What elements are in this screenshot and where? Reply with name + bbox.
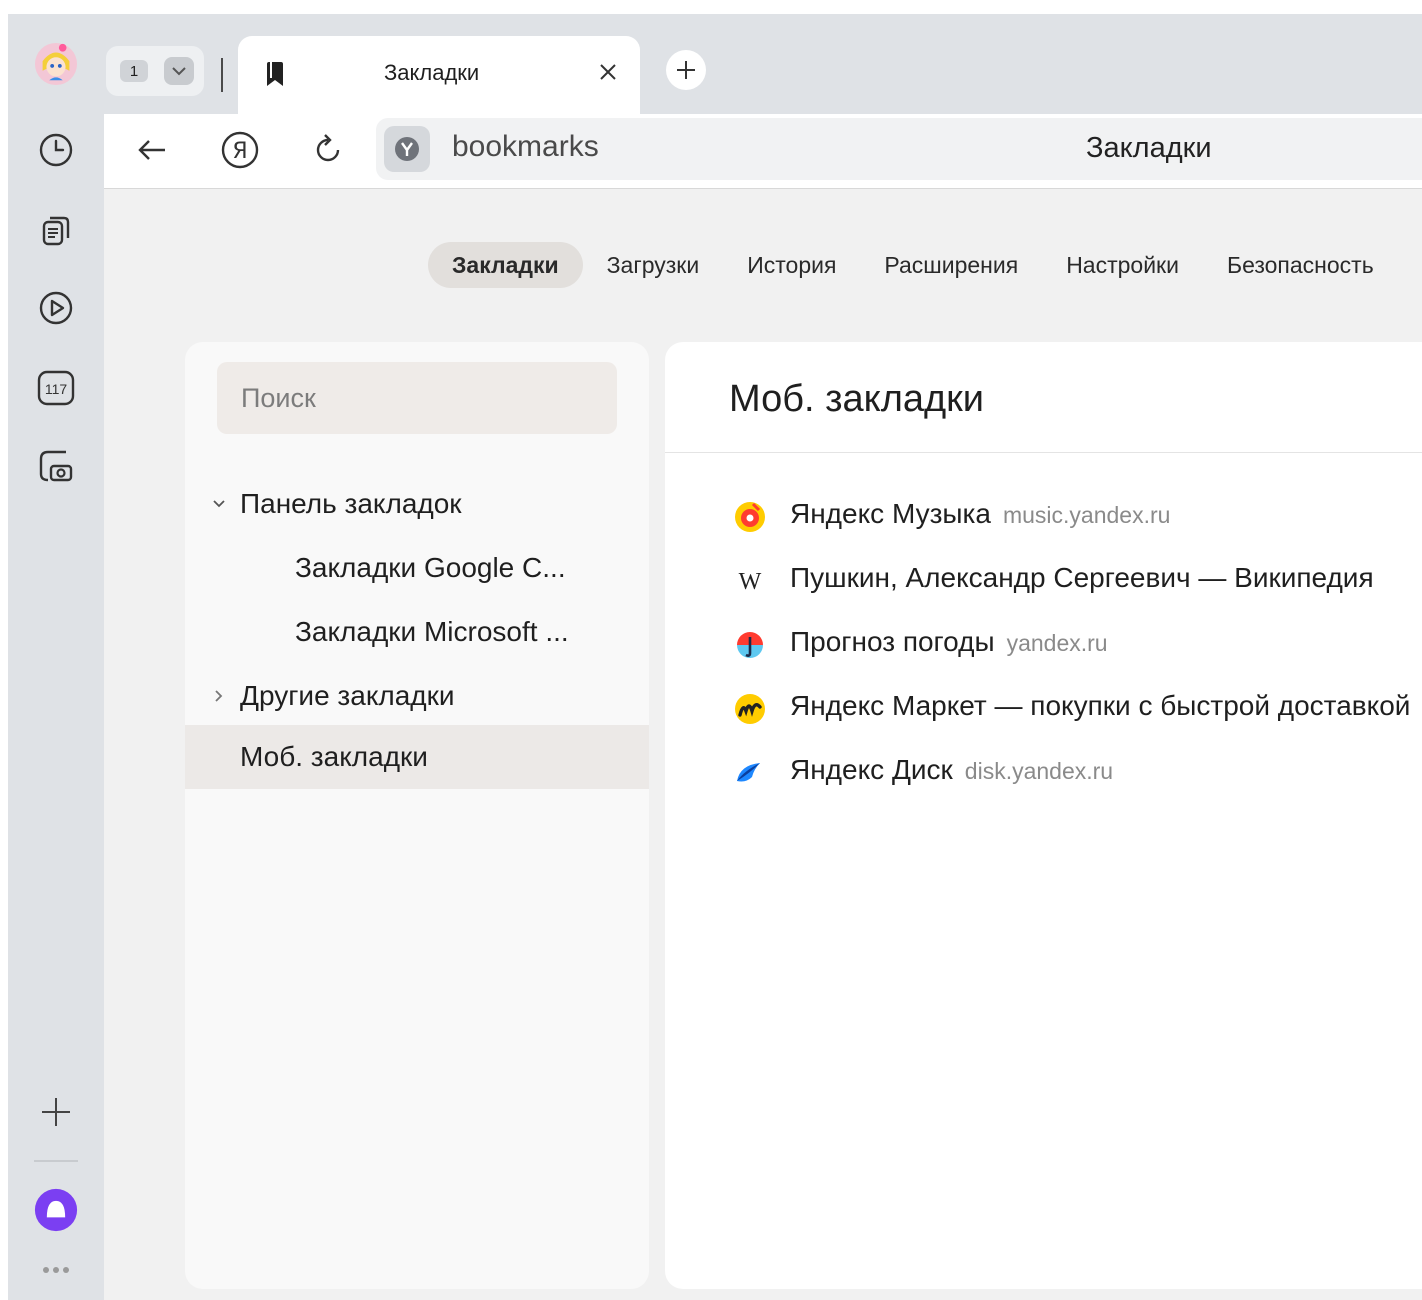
tab-extensions[interactable]: Расширения <box>860 242 1042 288</box>
bookmark-title: Яндекс Маркет — покупки с быстрой достав… <box>790 690 1411 721</box>
bookmark-host: yandex.ru <box>1006 630 1108 656</box>
address-page-title: Закладки <box>1086 132 1212 164</box>
browser-sidebar: 117 <box>8 14 104 1300</box>
tab-history[interactable]: История <box>723 242 860 288</box>
tab-separator <box>221 58 223 92</box>
tab-title: Закладки <box>384 60 480 85</box>
tree-item-label: Панель закладок <box>240 488 462 519</box>
close-icon[interactable] <box>590 52 626 92</box>
tree-item-google-chrome[interactable]: Закладки Google C... <box>185 536 649 600</box>
chevron-right-icon[interactable] <box>209 684 229 708</box>
bookmark-title: Прогноз погоды <box>790 626 995 657</box>
alice-icon[interactable] <box>34 1188 78 1232</box>
tree-item-label: Другие закладки <box>240 680 455 711</box>
search-box[interactable] <box>217 362 617 434</box>
add-icon[interactable] <box>34 1090 78 1134</box>
more-icon[interactable] <box>34 1248 78 1292</box>
bookmark-host: disk.yandex.ru <box>964 758 1114 784</box>
tree-item-bookmarks-bar[interactable]: Панель закладок <box>185 472 649 536</box>
bookmark-title-line: Прогноз погоды yandex.ru <box>790 626 1108 658</box>
tab-count: 1 <box>120 60 148 82</box>
wikipedia-icon: W <box>733 564 767 598</box>
plus-icon <box>677 61 695 79</box>
bookmark-title: Пушкин, Александр Сергеевич — Википедия <box>790 562 1374 593</box>
new-tab-button[interactable] <box>666 50 706 90</box>
media-counter-icon[interactable]: 117 <box>34 366 78 410</box>
yandex-logo-icon[interactable]: Я <box>216 126 264 174</box>
collections-icon[interactable] <box>34 208 78 252</box>
folder-divider <box>665 452 1422 453</box>
profile-avatar[interactable] <box>34 42 78 86</box>
history-icon[interactable] <box>34 128 78 172</box>
settings-nav: Закладки Загрузки История Расширения Нас… <box>428 241 1398 289</box>
yandex-weather-icon <box>733 628 767 662</box>
play-icon[interactable] <box>34 286 78 330</box>
bookmark-icon <box>262 60 288 93</box>
site-protect-icon[interactable] <box>384 126 430 172</box>
back-icon[interactable] <box>128 126 176 174</box>
screenshot-icon[interactable] <box>34 444 78 488</box>
reload-icon[interactable] <box>304 126 352 174</box>
svg-text:Я: Я <box>232 139 247 164</box>
tree-item-label: Закладки Microsoft ... <box>295 616 569 647</box>
bookmark-title: Яндекс Музыка <box>790 498 991 529</box>
tab-strip: 1 Закладки <box>104 14 1422 114</box>
bookmark-title-line: Пушкин, Александр Сергеевич — Википедия <box>790 562 1374 594</box>
tab-security[interactable]: Безопасность <box>1203 242 1398 288</box>
tab-counter-button[interactable]: 1 <box>106 46 204 96</box>
address-url[interactable]: bookmarks <box>452 130 599 164</box>
tab-downloads[interactable]: Загрузки <box>583 242 724 288</box>
bookmark-title-line: Яндекс Маркет — покупки с быстрой достав… <box>790 690 1410 722</box>
tree-item-label: Моб. закладки <box>240 741 428 772</box>
tab-settings[interactable]: Настройки <box>1042 242 1203 288</box>
browser-window: 117 1 Закладки Я bookmarks Закладки Закл… <box>8 14 1422 1300</box>
tree-item-mobile[interactable]: Моб. закладки <box>185 725 649 789</box>
svg-text:W: W <box>739 569 762 595</box>
tab-bookmarks[interactable]: Закладки <box>238 36 640 114</box>
folder-title: Моб. закладки <box>729 378 985 420</box>
chevron-down-icon[interactable] <box>164 57 194 85</box>
tab-bookmarks-nav[interactable]: Закладки <box>428 242 583 288</box>
address-bar[interactable]: bookmarks Закладки <box>376 118 1422 180</box>
sidebar-divider <box>34 1160 78 1162</box>
bookmark-list-panel: Моб. закладки Яндекс Музыка music.yandex.… <box>665 342 1422 1289</box>
folder-tree-panel: Панель закладок Закладки Google C... Зак… <box>185 342 649 1289</box>
bookmark-title-line: Яндекс Диск disk.yandex.ru <box>790 754 1113 786</box>
avatar-icon <box>34 42 78 86</box>
yandex-disk-icon <box>733 756 767 790</box>
window-top-edge <box>0 0 1422 14</box>
bookmark-title: Яндекс Диск <box>790 754 953 785</box>
toolbar: Я bookmarks Закладки <box>104 114 1422 189</box>
tree-item-microsoft[interactable]: Закладки Microsoft ... <box>185 600 649 664</box>
search-input[interactable] <box>217 362 601 434</box>
tree-item-label: Закладки Google C... <box>295 552 566 583</box>
bookmark-host: music.yandex.ru <box>1002 502 1171 528</box>
tree-item-other[interactable]: Другие закладки <box>185 664 649 728</box>
yandex-music-icon <box>733 500 767 534</box>
yandex-market-icon <box>733 692 767 726</box>
chevron-down-icon[interactable] <box>209 492 229 516</box>
bookmarks-page: Закладки Загрузки История Расширения Нас… <box>104 189 1422 1300</box>
media-counter-value: 117 <box>45 381 68 397</box>
bookmark-title-line: Яндекс Музыка music.yandex.ru <box>790 498 1170 530</box>
